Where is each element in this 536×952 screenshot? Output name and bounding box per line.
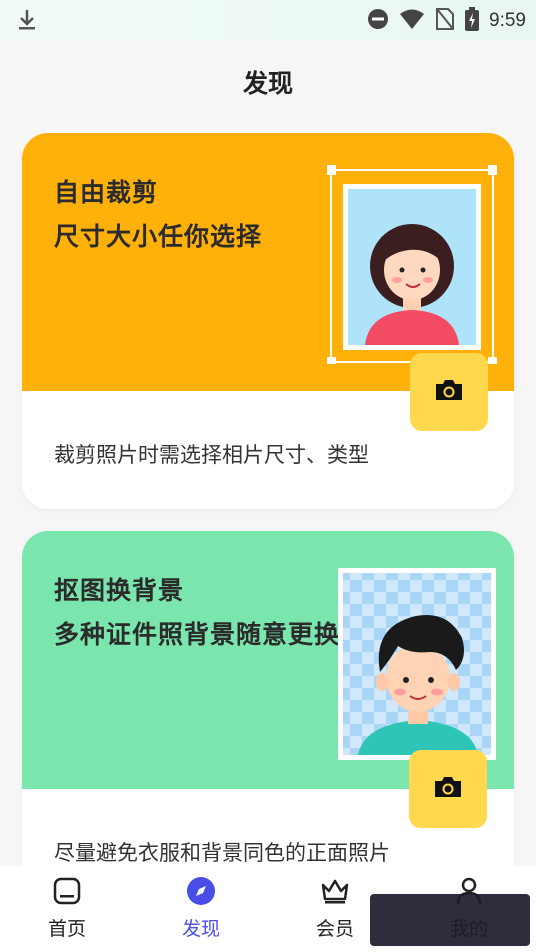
no-sim-icon [435,7,455,35]
camera-icon [433,378,465,406]
battery-charging-icon [465,7,480,35]
status-bar: 9:59 [0,0,536,40]
change-background-card[interactable]: 抠图换背景 多种证件照背景随意更换 尽量避免衣服和背景同色的正面照片 [22,531,514,891]
compass-icon [186,877,216,910]
card-subtitle: 尺寸大小任你选择 [54,222,263,251]
free-crop-camera-button[interactable] [410,353,488,431]
crown-icon [320,879,350,910]
download-icon [16,8,38,36]
card-title: 自由裁剪 [54,178,159,207]
home-icon [52,877,82,910]
background-portrait-illustration [338,568,496,764]
page-title: 发现 [242,69,293,98]
watermark-logo [370,894,530,946]
card-description: 裁剪照片时需选择相片尺寸、类型 [54,443,369,467]
nav-label: 发现 [181,918,220,940]
do-not-disturb-icon [367,8,389,34]
status-time: 9:59 [489,10,526,31]
camera-icon [432,775,464,803]
nav-label: 首页 [47,918,86,940]
nav-item-discover[interactable]: 发现 [151,876,251,941]
free-crop-card[interactable]: 自由裁剪 尺寸大小任你选择 裁剪照片时需选择相片尺寸、类型 [22,133,514,509]
card-subtitle: 多种证件照背景随意更换 [54,620,341,649]
change-background-camera-button[interactable] [409,750,487,828]
crop-portrait-illustration [326,164,498,368]
card-description: 尽量避免衣服和背景同色的正面照片 [54,841,390,865]
nav-item-home[interactable]: 首页 [17,876,117,941]
wifi-icon [399,8,425,34]
card-title: 抠图换背景 [54,576,185,605]
